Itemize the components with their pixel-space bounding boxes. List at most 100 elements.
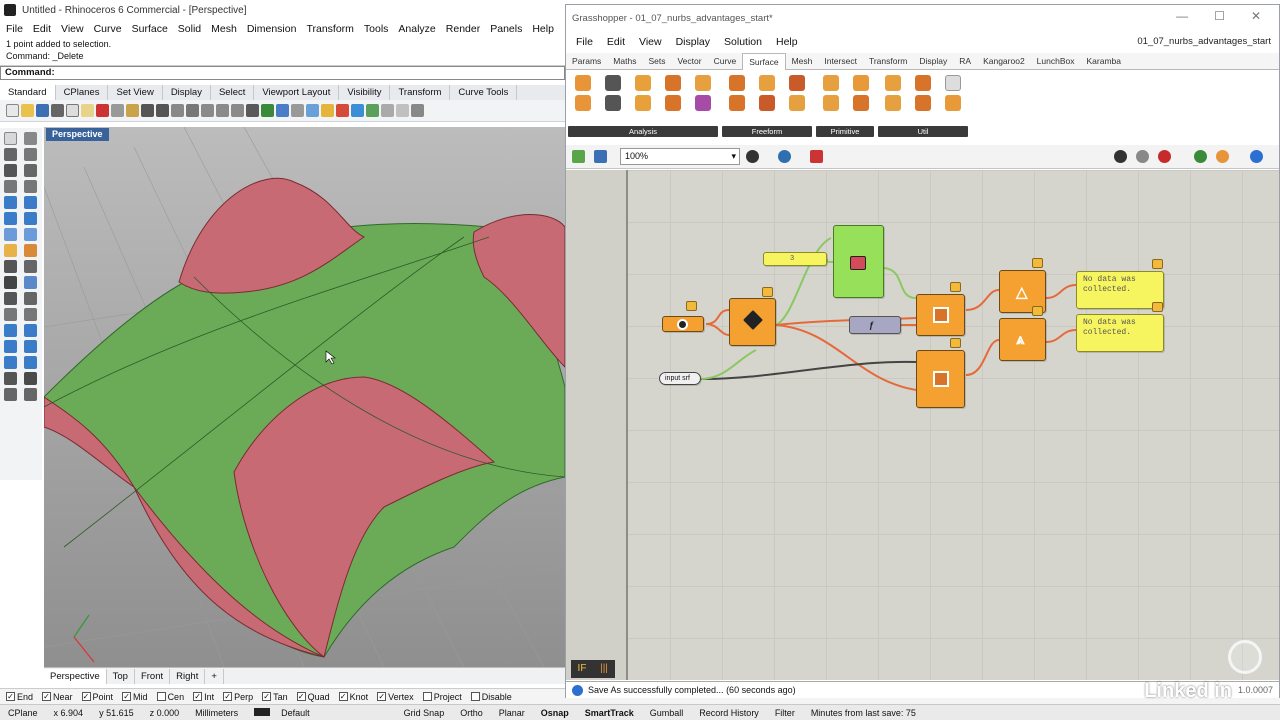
menu-transform[interactable]: Transform (306, 23, 353, 35)
open-file-icon[interactable] (21, 104, 34, 117)
gh-menu-view[interactable]: View (639, 36, 662, 48)
center-box-icon[interactable] (823, 75, 839, 91)
menu-surface[interactable]: Surface (132, 23, 168, 35)
clipboard-icon[interactable] (81, 104, 94, 117)
extrude-icon[interactable] (4, 212, 17, 225)
tab-curve-tools[interactable]: Curve Tools (450, 85, 518, 100)
number-slider[interactable]: 3 (763, 252, 827, 266)
status-ortho[interactable]: Ortho (452, 708, 491, 718)
status-osnap[interactable]: Osnap (533, 708, 577, 718)
wireframe-icon[interactable] (291, 104, 304, 117)
zoom-window-icon[interactable] (216, 104, 229, 117)
brep-topology-icon[interactable] (695, 75, 711, 91)
osnap-checkbox[interactable]: ✓ (122, 692, 132, 701)
gh-menu-edit[interactable]: Edit (607, 36, 625, 48)
menu-curve[interactable]: Curve (94, 23, 122, 35)
shaded-preview-icon[interactable] (1158, 150, 1171, 163)
more-tools-icon[interactable] (24, 388, 37, 401)
cut-icon[interactable] (96, 104, 109, 117)
add-viewport-icon[interactable]: + (205, 668, 224, 684)
rotate-icon[interactable] (4, 340, 17, 353)
rectangle-icon[interactable] (4, 180, 17, 193)
status-planar[interactable]: Planar (491, 708, 533, 718)
surface-corner-icon[interactable] (4, 196, 17, 209)
paste-icon[interactable] (126, 104, 139, 117)
menu-mesh[interactable]: Mesh (211, 23, 237, 35)
gh-tab-intersect[interactable]: Intersect (818, 53, 863, 69)
output-panel-1[interactable]: No data was collected. (1076, 271, 1164, 309)
tab-visibility[interactable]: Visibility (339, 85, 391, 100)
loft-icon[interactable] (729, 95, 745, 111)
gh-tab-lunchbox[interactable]: LunchBox (1031, 53, 1081, 69)
close-icon[interactable]: ✕ (1251, 9, 1261, 23)
gh-tab-surface[interactable]: Surface (742, 52, 786, 70)
osnap-checkbox[interactable]: ✓ (296, 692, 306, 701)
osnap-checkbox[interactable]: ✓ (6, 692, 15, 701)
text-icon[interactable] (4, 260, 17, 273)
gh-tab-ra[interactable]: RA (953, 53, 977, 69)
array-icon[interactable] (24, 356, 37, 369)
point-icon[interactable] (24, 132, 37, 145)
menu-panels[interactable]: Panels (490, 23, 522, 35)
surface-param-node[interactable] (662, 316, 704, 332)
named-view-icon[interactable] (276, 104, 289, 117)
gh-tab-kangaroo2[interactable]: Kangaroo2 (977, 53, 1031, 69)
gh-menu-help[interactable]: Help (776, 36, 798, 48)
surface-frames-icon[interactable] (945, 75, 961, 91)
brep-closest-point-icon[interactable] (635, 75, 651, 91)
loft-icon[interactable] (24, 212, 37, 225)
gh-menu-file[interactable]: File (576, 36, 593, 48)
viewport-title-label[interactable]: Perspective (46, 128, 109, 141)
pan-icon[interactable] (171, 104, 184, 117)
menu-solid[interactable]: Solid (178, 23, 201, 35)
wire-preview-icon[interactable] (1136, 150, 1149, 163)
mirror-icon[interactable] (4, 356, 17, 369)
lights-icon[interactable] (381, 104, 394, 117)
osnap-vertex[interactable]: ✓ Vertex (377, 692, 414, 702)
status-grid-snap[interactable]: Grid Snap (396, 708, 453, 718)
tab-cplanes[interactable]: CPlanes (56, 85, 109, 100)
properties-icon[interactable] (351, 104, 364, 117)
move-icon[interactable] (4, 324, 17, 337)
curve-icon[interactable] (24, 148, 37, 161)
undo-icon[interactable] (141, 104, 154, 117)
output-panel-2[interactable]: No data was collected. (1076, 314, 1164, 352)
sphere-primitive-icon[interactable] (853, 95, 869, 111)
new-document-icon[interactable] (572, 150, 585, 163)
menu-edit[interactable]: Edit (33, 23, 51, 35)
check-icon[interactable] (24, 372, 37, 385)
graft-component-node[interactable] (833, 225, 884, 298)
scale-icon[interactable] (24, 340, 37, 353)
gh-tab-sets[interactable]: Sets (642, 53, 671, 69)
import-icon[interactable] (66, 104, 79, 117)
isotrim-icon[interactable] (915, 75, 931, 91)
sketch-pen-icon[interactable] (810, 150, 823, 163)
sweep-icon[interactable] (789, 95, 805, 111)
osnap-checkbox[interactable]: ✓ (42, 692, 52, 701)
extrude-icon[interactable] (789, 75, 805, 91)
deconstruct-brep-icon[interactable] (575, 95, 591, 111)
status-record-history[interactable]: Record History (691, 708, 767, 718)
cplane-icon[interactable] (261, 104, 274, 117)
analyze-icon[interactable] (4, 388, 17, 401)
perspective-viewport[interactable] (44, 127, 565, 667)
gh-canvas[interactable]: 3 ƒ input srf △ ⩓ No data was collected.… (566, 170, 1279, 680)
boundary-surfaces-icon[interactable] (729, 75, 745, 91)
dimension-icon[interactable] (24, 260, 37, 273)
minimize-icon[interactable]: — (1176, 9, 1188, 23)
options-icon[interactable] (396, 104, 409, 117)
new-file-icon[interactable] (6, 104, 19, 117)
document-preview-icon[interactable] (1250, 150, 1263, 163)
viewport-tab-top[interactable]: Top (107, 668, 135, 684)
mesh-quality-icon[interactable] (1216, 150, 1229, 163)
osnap-checkbox[interactable]: ✓ (338, 692, 348, 701)
gh-tab-curve[interactable]: Curve (708, 53, 743, 69)
tab-set-view[interactable]: Set View (108, 85, 163, 100)
tab-viewport-layout[interactable]: Viewport Layout (254, 85, 340, 100)
osnap-checkbox[interactable]: ✓ (377, 692, 387, 701)
fillet-icon[interactable] (24, 276, 37, 289)
surface-closest-point-icon[interactable] (665, 95, 681, 111)
volume-icon[interactable] (695, 95, 711, 111)
sphere-icon[interactable] (24, 228, 37, 241)
osnap-int[interactable]: ✓ Int (193, 692, 214, 702)
